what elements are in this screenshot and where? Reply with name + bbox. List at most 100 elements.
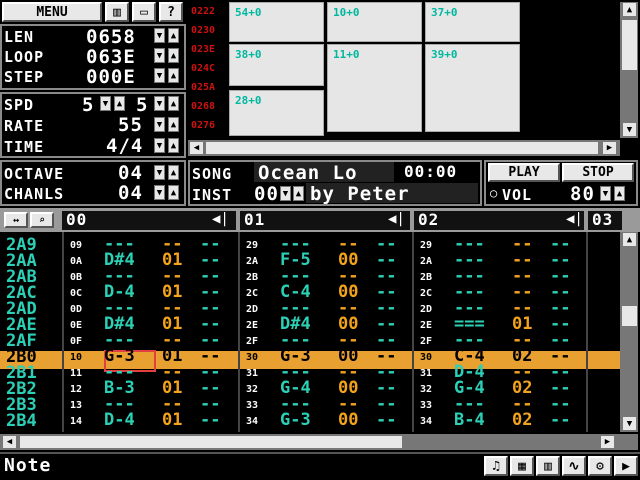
seq-scroll-left-button[interactable]: ◀ — [189, 141, 204, 155]
tracker-row-number[interactable]: 0F — [70, 336, 82, 347]
tracker-note[interactable]: D-4 — [104, 410, 135, 430]
tracker-row-number[interactable]: 2C — [246, 288, 258, 299]
tracker-row-number[interactable]: 11 — [70, 368, 82, 379]
tracker-row-number[interactable]: 09 — [70, 240, 82, 251]
tracker-row-number[interactable]: 2A — [420, 256, 432, 267]
time-up-button[interactable]: ▲ — [168, 138, 179, 153]
chanls-down-button[interactable]: ▼ — [154, 185, 165, 200]
wave-icon[interactable]: ∿ — [562, 456, 586, 476]
tracker-row-number[interactable]: 0D — [70, 304, 82, 315]
note-icon[interactable]: ♫ — [484, 456, 508, 476]
tracker-instrument[interactable]: 00 — [338, 410, 358, 430]
tracker-row-number[interactable]: 0C — [70, 288, 82, 299]
tracker-note[interactable]: B-4 — [454, 410, 485, 430]
bars-icon[interactable]: ▥ — [105, 2, 129, 22]
octave-up-button[interactable]: ▲ — [168, 165, 179, 180]
pattern-block[interactable]: 39+0 — [425, 44, 520, 132]
spd-a-up-button[interactable]: ▲ — [114, 96, 125, 111]
search-icon[interactable]: ⌕ — [30, 212, 54, 228]
tracker-effect[interactable]: -- — [200, 410, 220, 430]
len-down-button[interactable]: ▼ — [154, 28, 165, 43]
channel-header-1[interactable] — [240, 211, 410, 230]
step-up-button[interactable]: ▲ — [168, 68, 179, 83]
tracker-row-number[interactable]: 33 — [246, 400, 258, 411]
rate-up-button[interactable]: ▲ — [168, 117, 179, 132]
speaker-icon[interactable]: ◀| — [212, 211, 229, 227]
piano-icon[interactable]: ▥ — [536, 456, 560, 476]
tracker-row-number[interactable]: 0E — [70, 320, 82, 331]
tracker-row-number[interactable]: 2B — [246, 272, 258, 283]
seq-scroll-down-button[interactable]: ▼ — [622, 122, 637, 137]
tracker-row-number[interactable]: 29 — [246, 240, 258, 251]
octave-down-button[interactable]: ▼ — [154, 165, 165, 180]
tracker-row-number[interactable]: 2F — [246, 336, 258, 347]
channel-header-2[interactable] — [414, 211, 584, 230]
loop-down-button[interactable]: ▼ — [154, 48, 165, 63]
pattern-block[interactable]: 37+0 — [425, 2, 520, 42]
tracker-row-number[interactable]: 32 — [246, 384, 258, 395]
tracker-row-number[interactable]: 2A — [246, 256, 258, 267]
vol-up-button[interactable]: ▲ — [614, 186, 625, 201]
speaker-icon[interactable]: ◀| — [388, 211, 405, 227]
tracker-row-number[interactable]: 12 — [70, 384, 82, 395]
tracker-row-number[interactable]: 33 — [420, 400, 432, 411]
effect-icon[interactable]: ⚙ — [588, 456, 612, 476]
speaker-icon[interactable]: ◀| — [566, 211, 583, 227]
tracker-row-number[interactable]: 2C — [420, 288, 432, 299]
tracker-scroll-left-button[interactable]: ◀ — [2, 435, 17, 449]
tracker-instrument[interactable]: 02 — [512, 410, 532, 430]
tracker-effect[interactable]: -- — [550, 410, 570, 430]
loop-up-button[interactable]: ▲ — [168, 48, 179, 63]
len-up-button[interactable]: ▲ — [168, 28, 179, 43]
chanls-up-button[interactable]: ▲ — [168, 185, 179, 200]
tracker-row-number[interactable]: 30 — [420, 352, 432, 363]
forward-icon[interactable]: ▶ — [614, 456, 638, 476]
inst-down-button[interactable]: ▼ — [280, 186, 291, 201]
tracker-row-number[interactable]: 10 — [70, 352, 82, 363]
tracker-row-number[interactable]: 2F — [420, 336, 432, 347]
tracker-row-number[interactable]: 34 — [420, 416, 432, 427]
seq-vscroll-thumb[interactable] — [622, 20, 637, 70]
tracker-row-number[interactable]: 14 — [70, 416, 82, 427]
tracker-row-number[interactable]: 0B — [70, 272, 82, 283]
pattern-block[interactable]: 10+0 — [327, 2, 422, 42]
tracker-row-number[interactable]: 29 — [420, 240, 432, 251]
step-down-button[interactable]: ▼ — [154, 68, 165, 83]
tracker-row-number[interactable]: 32 — [420, 384, 432, 395]
time-down-button[interactable]: ▼ — [154, 138, 165, 153]
track-toggle-icon[interactable]: ↔ — [4, 212, 28, 228]
tracker-vscrollbar[interactable] — [620, 232, 638, 432]
tracker-effect[interactable]: -- — [376, 410, 396, 430]
seq-hscroll-thumb[interactable] — [206, 142, 598, 154]
tracker-row-number[interactable]: 30 — [246, 352, 258, 363]
tracker-row-number[interactable]: 0A — [70, 256, 82, 267]
tracker-row-number[interactable]: 2D — [246, 304, 258, 315]
tracker-scroll-right-button[interactable]: ▶ — [600, 435, 615, 449]
menu-button[interactable]: MENU — [2, 2, 102, 22]
stop-button[interactable]: STOP — [562, 163, 634, 182]
tracker-row-number[interactable]: 13 — [70, 400, 82, 411]
grid-icon[interactable]: ▦ — [510, 456, 534, 476]
tracker-row-number[interactable]: 2D — [420, 304, 432, 315]
monitor-icon[interactable]: ▭ — [132, 2, 156, 22]
tracker-row-number[interactable]: 31 — [420, 368, 432, 379]
seq-scroll-right-button[interactable]: ▶ — [602, 141, 617, 155]
pattern-block[interactable]: 11+0 — [327, 44, 422, 132]
tracker-scroll-up-button[interactable]: ▲ — [622, 232, 637, 247]
spd-b-up-button[interactable]: ▲ — [168, 96, 179, 111]
channel-header-0[interactable] — [62, 211, 236, 230]
tracker-hscroll-thumb[interactable] — [20, 436, 402, 448]
spd-a-down-button[interactable]: ▼ — [100, 96, 111, 111]
pattern-block[interactable]: 38+0 — [229, 44, 324, 86]
pattern-block[interactable]: 54+0 — [229, 2, 324, 42]
tracker-row-number[interactable]: 2B — [420, 272, 432, 283]
spd-b-down-button[interactable]: ▼ — [154, 96, 165, 111]
help-icon[interactable]: ? — [159, 2, 183, 22]
tracker-instrument[interactable]: 01 — [162, 410, 182, 430]
tracker-note[interactable]: G-3 — [280, 410, 311, 430]
play-button[interactable]: PLAY — [488, 163, 560, 182]
tracker-row-number[interactable]: 34 — [246, 416, 258, 427]
inst-up-button[interactable]: ▲ — [293, 186, 304, 201]
tracker-row-number[interactable]: 2E — [246, 320, 258, 331]
tracker-scroll-down-button[interactable]: ▼ — [622, 416, 637, 431]
